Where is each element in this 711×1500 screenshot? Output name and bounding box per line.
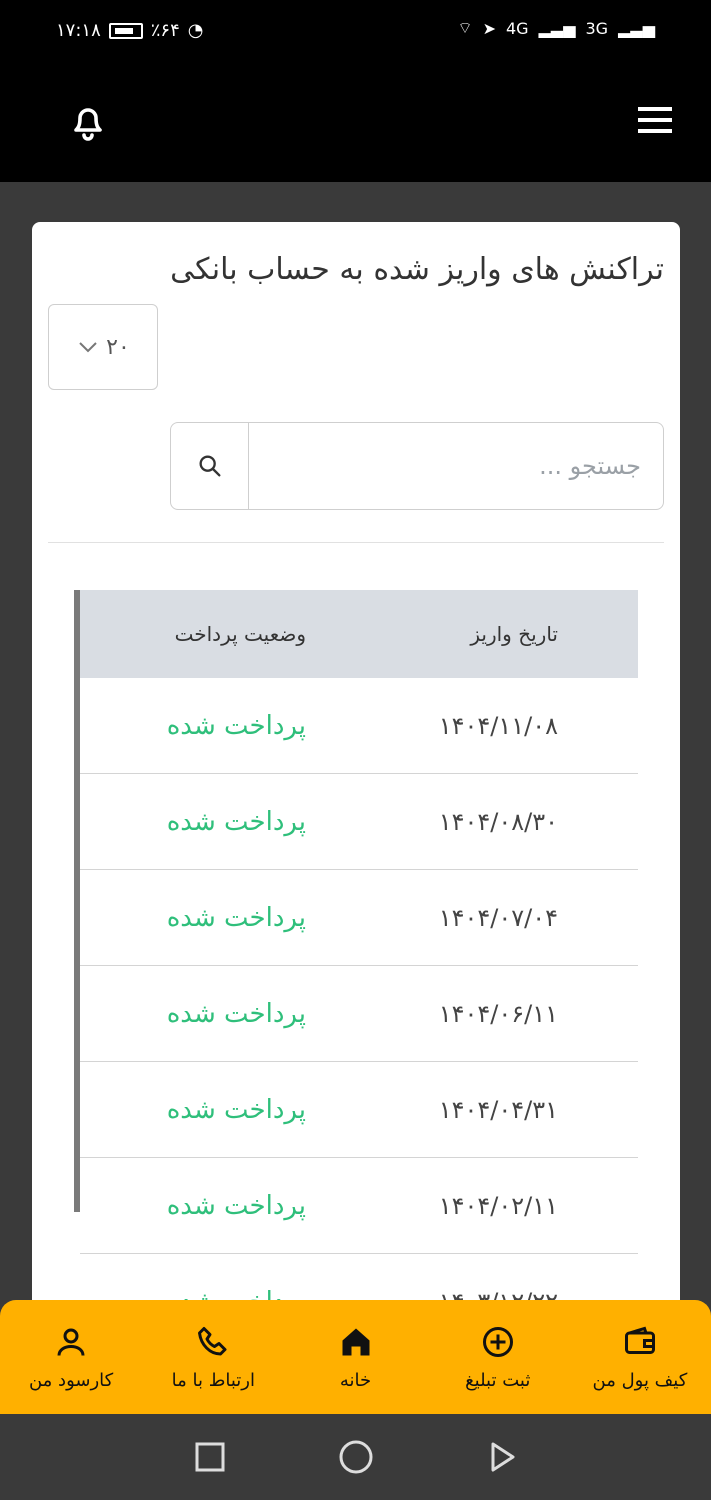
row-date: ۱۴۰۴/۰۲/۱۱ bbox=[438, 1191, 558, 1220]
notification-icon: ◔ bbox=[187, 20, 204, 41]
transactions-table: تاریخ واریز وضعیت پرداخت ۱۴۰۴/۱۱/۰۸ پردا… bbox=[74, 590, 638, 1332]
table-row: ۱۴۰۴/۰۴/۳۱ پرداخت شده bbox=[80, 1062, 638, 1158]
wallet-icon bbox=[624, 1326, 655, 1354]
table-row: ۱۴۰۴/۱۱/۰۸ پرداخت شده bbox=[80, 678, 638, 774]
status-battery: ٪۶۴ bbox=[150, 20, 180, 41]
plus-circle-icon bbox=[482, 1326, 513, 1357]
row-status: پرداخت شده bbox=[166, 710, 306, 741]
nav-wallet[interactable]: کیف پول من bbox=[569, 1300, 711, 1414]
header-status: وضعیت پرداخت bbox=[174, 622, 306, 646]
row-status: پرداخت شده bbox=[166, 1094, 306, 1125]
row-date: ۱۴۰۴/۰۴/۳۱ bbox=[438, 1095, 558, 1124]
row-date: ۱۴۰۴/۱۱/۰۸ bbox=[438, 711, 558, 740]
signal-1-label: 4G bbox=[506, 18, 529, 38]
bell-icon[interactable] bbox=[64, 98, 112, 146]
signal-2-icon: ▂▃▅ bbox=[618, 18, 655, 38]
status-bar: ۱۷:۱۸ ٪۶۴ ◔ ⌔ ➤ 4G ▂▃▅ 3G ▂▃▅ bbox=[0, 0, 711, 62]
page-size-value: ۲۰ bbox=[106, 334, 130, 360]
row-status: پرداخت شده bbox=[166, 998, 306, 1029]
table-row: ۱۴۰۴/۰۸/۳۰ پرداخت شده bbox=[80, 774, 638, 870]
table-row: ۱۴۰۴/۰۲/۱۱ پرداخت شده bbox=[80, 1158, 638, 1254]
nav-post-ad[interactable]: ثبت تبلیغ bbox=[427, 1300, 569, 1414]
table-header: تاریخ واریز وضعیت پرداخت bbox=[74, 590, 638, 678]
table-row: ۱۴۰۴/۰۷/۰۴ پرداخت شده bbox=[80, 870, 638, 966]
home-icon bbox=[342, 1328, 369, 1355]
signal-2-label: 3G bbox=[585, 18, 609, 38]
table-row: ۱۴۰۴/۰۶/۱۱ پرداخت شده bbox=[80, 966, 638, 1062]
telegram-icon: ➤ bbox=[482, 18, 496, 38]
hamburger-menu-icon[interactable] bbox=[636, 104, 674, 136]
back-icon[interactable] bbox=[485, 1440, 519, 1474]
table-scroll-indicator bbox=[74, 590, 80, 1212]
row-date: ۱۴۰۴/۰۷/۰۴ bbox=[438, 903, 558, 932]
nav-home[interactable]: خانه bbox=[284, 1300, 426, 1414]
nav-label: خانه bbox=[339, 1369, 372, 1391]
status-left: ۱۷:۱۸ ٪۶۴ ◔ bbox=[56, 20, 203, 41]
user-icon bbox=[57, 1328, 85, 1356]
row-date: ۱۴۰۴/۰۶/۱۱ bbox=[438, 999, 558, 1028]
nav-label: کارسود من bbox=[28, 1369, 114, 1391]
row-status: پرداخت شده bbox=[166, 902, 306, 933]
wifi-icon: ⌔ bbox=[457, 18, 473, 37]
row-date: ۱۴۰۴/۰۸/۳۰ bbox=[438, 807, 558, 836]
nav-profile[interactable]: کارسود من bbox=[0, 1300, 142, 1414]
header-date: تاریخ واریز bbox=[470, 622, 558, 646]
nav-label: ثبت تبلیغ bbox=[465, 1369, 531, 1391]
search-box bbox=[170, 422, 664, 510]
signal-1-icon: ▂▃▅ bbox=[538, 18, 576, 38]
home-circle-icon[interactable] bbox=[337, 1438, 375, 1476]
search-button[interactable] bbox=[171, 423, 249, 509]
chevron-down-icon bbox=[79, 342, 97, 353]
battery-icon bbox=[108, 22, 143, 39]
system-navigation bbox=[0, 1414, 711, 1500]
bottom-navigation: کیف پول من ثبت تبلیغ خانه ارتباط با ما ک… bbox=[0, 1300, 711, 1414]
status-time: ۱۷:۱۸ bbox=[56, 20, 101, 41]
page-title: تراکنش های واریز شده به حساب بانکی bbox=[170, 252, 664, 287]
row-status: پرداخت شده bbox=[166, 806, 306, 837]
nav-contact[interactable]: ارتباط با ما bbox=[142, 1300, 284, 1414]
search-icon bbox=[199, 455, 220, 477]
divider bbox=[48, 542, 664, 543]
row-status: پرداخت شده bbox=[166, 1190, 306, 1221]
nav-label: ارتباط با ما bbox=[171, 1369, 255, 1391]
recents-icon[interactable] bbox=[193, 1440, 227, 1474]
search-input[interactable] bbox=[249, 423, 663, 509]
nav-label: کیف پول من bbox=[592, 1369, 688, 1391]
status-right: ⌔ ➤ 4G ▂▃▅ 3G ▂▃▅ bbox=[458, 18, 655, 38]
transactions-card: تراکنش های واریز شده به حساب بانکی ۲۰ تا… bbox=[32, 222, 680, 1332]
page-size-select[interactable]: ۲۰ bbox=[48, 304, 158, 390]
phone-icon bbox=[198, 1326, 227, 1355]
